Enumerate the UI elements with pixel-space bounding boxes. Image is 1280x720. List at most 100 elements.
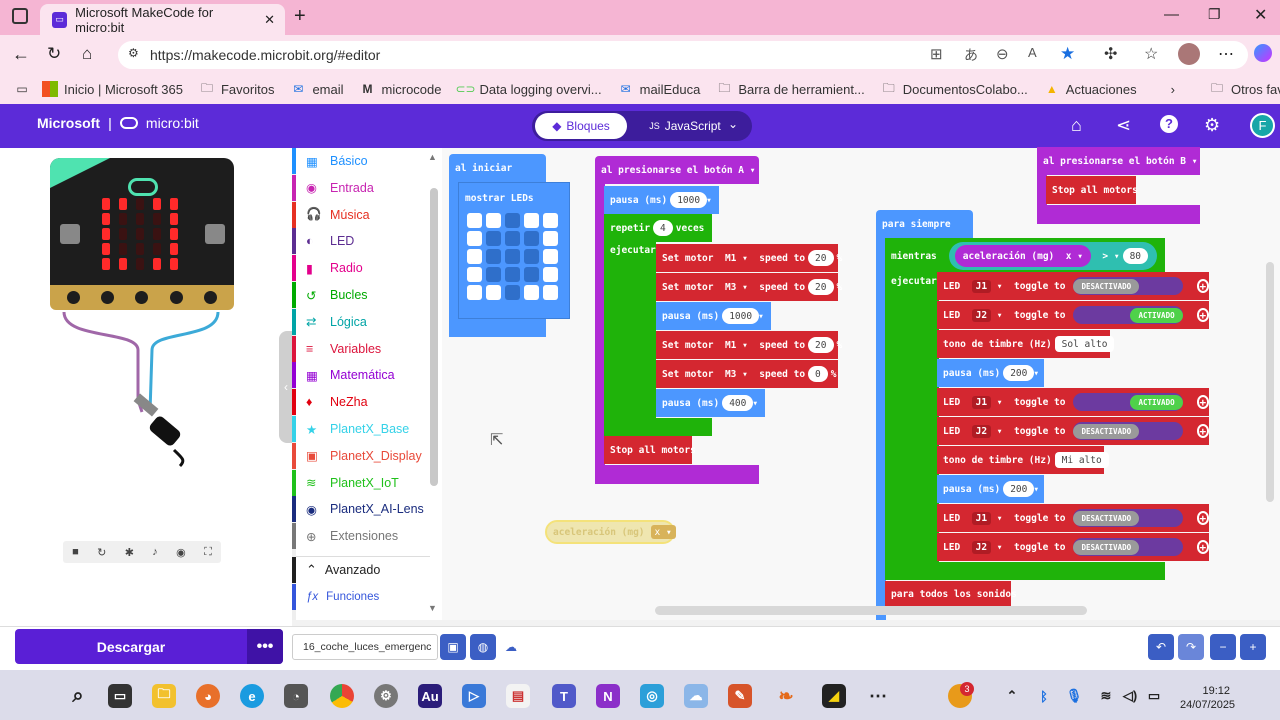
led-cell[interactable]: [486, 249, 501, 264]
led-cell[interactable]: [524, 267, 539, 282]
block-set-motor[interactable]: Set motor M3 ▾ speed to 20%: [656, 273, 842, 301]
block-pause[interactable]: pausa (ms) 200 ▾: [937, 359, 1044, 387]
home-icon[interactable]: ⌂: [82, 44, 92, 64]
ghost-app-icon[interactable]: ☁: [684, 684, 708, 708]
file-explorer-icon[interactable]: 🗀: [152, 684, 176, 708]
reload-icon[interactable]: ↻: [47, 44, 61, 64]
close-tab-icon[interactable]: ✕: [264, 12, 275, 28]
wifi-icon[interactable]: ≋: [1094, 684, 1118, 708]
tab-javascript[interactable]: JS JavaScript: [640, 113, 730, 139]
block-while[interactable]: mientras aceleración (mg) x ▾ > ▾ 80: [885, 238, 1165, 274]
fav-item[interactable]: ▲ Actuaciones: [1036, 81, 1145, 97]
dropdown-arrow-icon[interactable]: ▾: [752, 398, 758, 409]
toolbox-category[interactable]: ▮ Radio: [292, 255, 430, 282]
block-stop-all-motors[interactable]: Stop all motors: [604, 436, 696, 464]
workspace-v-scrollbar[interactable]: [1266, 262, 1274, 502]
state-toggle[interactable]: DESACTIVADO: [1073, 277, 1183, 295]
block-led-toggle[interactable]: LED J1 ▾ toggle to DESACTIVADO +: [937, 504, 1209, 532]
read-aloud-icon[interactable]: A: [1028, 45, 1037, 60]
sound-icon[interactable]: ♪: [152, 546, 158, 558]
led-grid-editor[interactable]: [467, 213, 563, 303]
back-icon[interactable]: ←: [12, 44, 30, 65]
led-cell[interactable]: [543, 231, 558, 246]
led-cell[interactable]: [543, 267, 558, 282]
share-icon[interactable]: ⋖: [1116, 115, 1131, 136]
block-play-all-sounds[interactable]: para todos los sonidos: [885, 581, 1017, 607]
address-bar[interactable]: ⚙ https://makecode.microbit.org/#editor: [118, 41, 1248, 69]
plus-circle-icon[interactable]: +: [1196, 424, 1209, 438]
toolbox-category[interactable]: ◉ Entrada: [292, 174, 430, 201]
windows-start-icon[interactable]: [20, 684, 42, 706]
led-cell[interactable]: [543, 249, 558, 264]
plus-circle-icon[interactable]: +: [1196, 511, 1209, 525]
home-icon[interactable]: ⌂: [1071, 115, 1082, 136]
plus-circle-icon[interactable]: +: [1196, 395, 1209, 409]
state-toggle[interactable]: DESACTIVADO: [1073, 509, 1183, 527]
more-menu-icon[interactable]: ⋯: [1218, 44, 1234, 64]
extensions-icon[interactable]: ✣: [1104, 44, 1117, 64]
toolbox-category[interactable]: ★ PlanetX_Base: [292, 416, 430, 442]
fav-item[interactable]: 🗀 Barra de herramient...: [708, 81, 872, 97]
fav-item[interactable]: 🗀 Favoritos: [191, 81, 282, 97]
block-on-button-a[interactable]: al presionarse el botón A ▾: [595, 156, 759, 184]
block-set-motor[interactable]: Set motor M1 ▾ speed to 20%: [656, 331, 842, 359]
maximize-icon[interactable]: ❐: [1208, 6, 1221, 23]
save-icon[interactable]: ▣: [440, 634, 466, 660]
notepad-icon[interactable]: ▤: [506, 684, 530, 708]
led-cell[interactable]: [486, 231, 501, 246]
zoom-icon[interactable]: ⊖: [996, 45, 1009, 63]
toolbox-category[interactable]: ▦ Básico: [292, 148, 430, 174]
state-toggle[interactable]: ACTIVADO: [1073, 306, 1183, 324]
block-stop-all-motors[interactable]: Stop all motors: [1046, 176, 1138, 204]
block-forever[interactable]: para siempre: [876, 210, 973, 238]
block-on-start[interactable]: al iniciar: [449, 154, 546, 182]
button-b[interactable]: [205, 224, 225, 244]
redo-icon[interactable]: ↷: [1178, 634, 1204, 660]
more-options-icon[interactable]: •••: [247, 629, 283, 664]
settings-gear-icon[interactable]: ⚙: [374, 684, 398, 708]
battery-icon[interactable]: ▭: [1142, 684, 1166, 708]
led-cell[interactable]: [543, 213, 558, 228]
fav-item[interactable]: ⊂⊃ Data logging overvi...: [450, 81, 610, 97]
fav-item[interactable]: Inicio | Microsoft 365: [38, 81, 191, 97]
onenote-icon[interactable]: N: [596, 684, 620, 708]
app-icon[interactable]: ✎: [728, 684, 752, 708]
search-icon[interactable]: ⌕: [66, 684, 90, 708]
zoom-out-icon[interactable]: −: [1210, 634, 1236, 660]
teams-icon[interactable]: T: [552, 684, 576, 708]
led-cell[interactable]: [505, 267, 520, 282]
toolbox-category[interactable]: ◉ PlanetX_AI-Lens: [292, 496, 430, 523]
app-icon[interactable]: ⊞: [930, 45, 943, 63]
toolbox-advanced[interactable]: ⌃ Avanzado: [292, 556, 430, 583]
toolbox-category[interactable]: ◐ LED: [292, 228, 430, 255]
block-set-motor[interactable]: Set motor M1 ▾ speed to 20%: [656, 244, 842, 272]
button-a[interactable]: [60, 224, 80, 244]
app-icon[interactable]: ◢: [822, 684, 846, 708]
toolbox-category[interactable]: 🎧 Música: [292, 201, 430, 228]
led-cell[interactable]: [467, 213, 482, 228]
fav-item[interactable]: ✉ email: [282, 81, 351, 97]
block-led-toggle[interactable]: LED J1 ▾ toggle to ACTIVADO +: [937, 388, 1209, 416]
state-toggle[interactable]: ACTIVADO: [1073, 393, 1183, 411]
collapse-simulator-handle[interactable]: ‹: [279, 331, 293, 443]
chevron-down-icon[interactable]: ⌄: [728, 117, 738, 131]
led-cell[interactable]: [524, 213, 539, 228]
gimp-icon[interactable]: ◔: [284, 684, 308, 708]
led-cell[interactable]: [486, 213, 501, 228]
favorite-star-icon[interactable]: ★: [1060, 44, 1075, 64]
block-pause[interactable]: pausa (ms) 1000 ▾: [604, 186, 719, 214]
dropdown-arrow-icon[interactable]: ▾: [1192, 156, 1198, 167]
toolbox-category[interactable]: ⇄ Lógica: [292, 308, 430, 335]
screenshot-icon[interactable]: ◉: [176, 546, 186, 559]
block-ring-tone[interactable]: tono de timbre (Hz) Mi alto: [937, 446, 1109, 474]
led-cell[interactable]: [524, 285, 539, 300]
block-pause[interactable]: pausa (ms) 200 ▾: [937, 475, 1044, 503]
led-cell[interactable]: [467, 249, 482, 264]
close-window-icon[interactable]: ✕: [1254, 5, 1267, 25]
restart-icon[interactable]: ↻: [97, 546, 106, 559]
stop-icon[interactable]: ■: [72, 546, 79, 558]
dropdown-arrow-icon[interactable]: ▾: [750, 165, 756, 176]
block-led-toggle[interactable]: LED J1 ▾ toggle to DESACTIVADO +: [937, 272, 1209, 300]
bluetooth-icon[interactable]: ᛒ: [1032, 684, 1056, 708]
scroll-up-icon[interactable]: ▲: [428, 152, 437, 162]
